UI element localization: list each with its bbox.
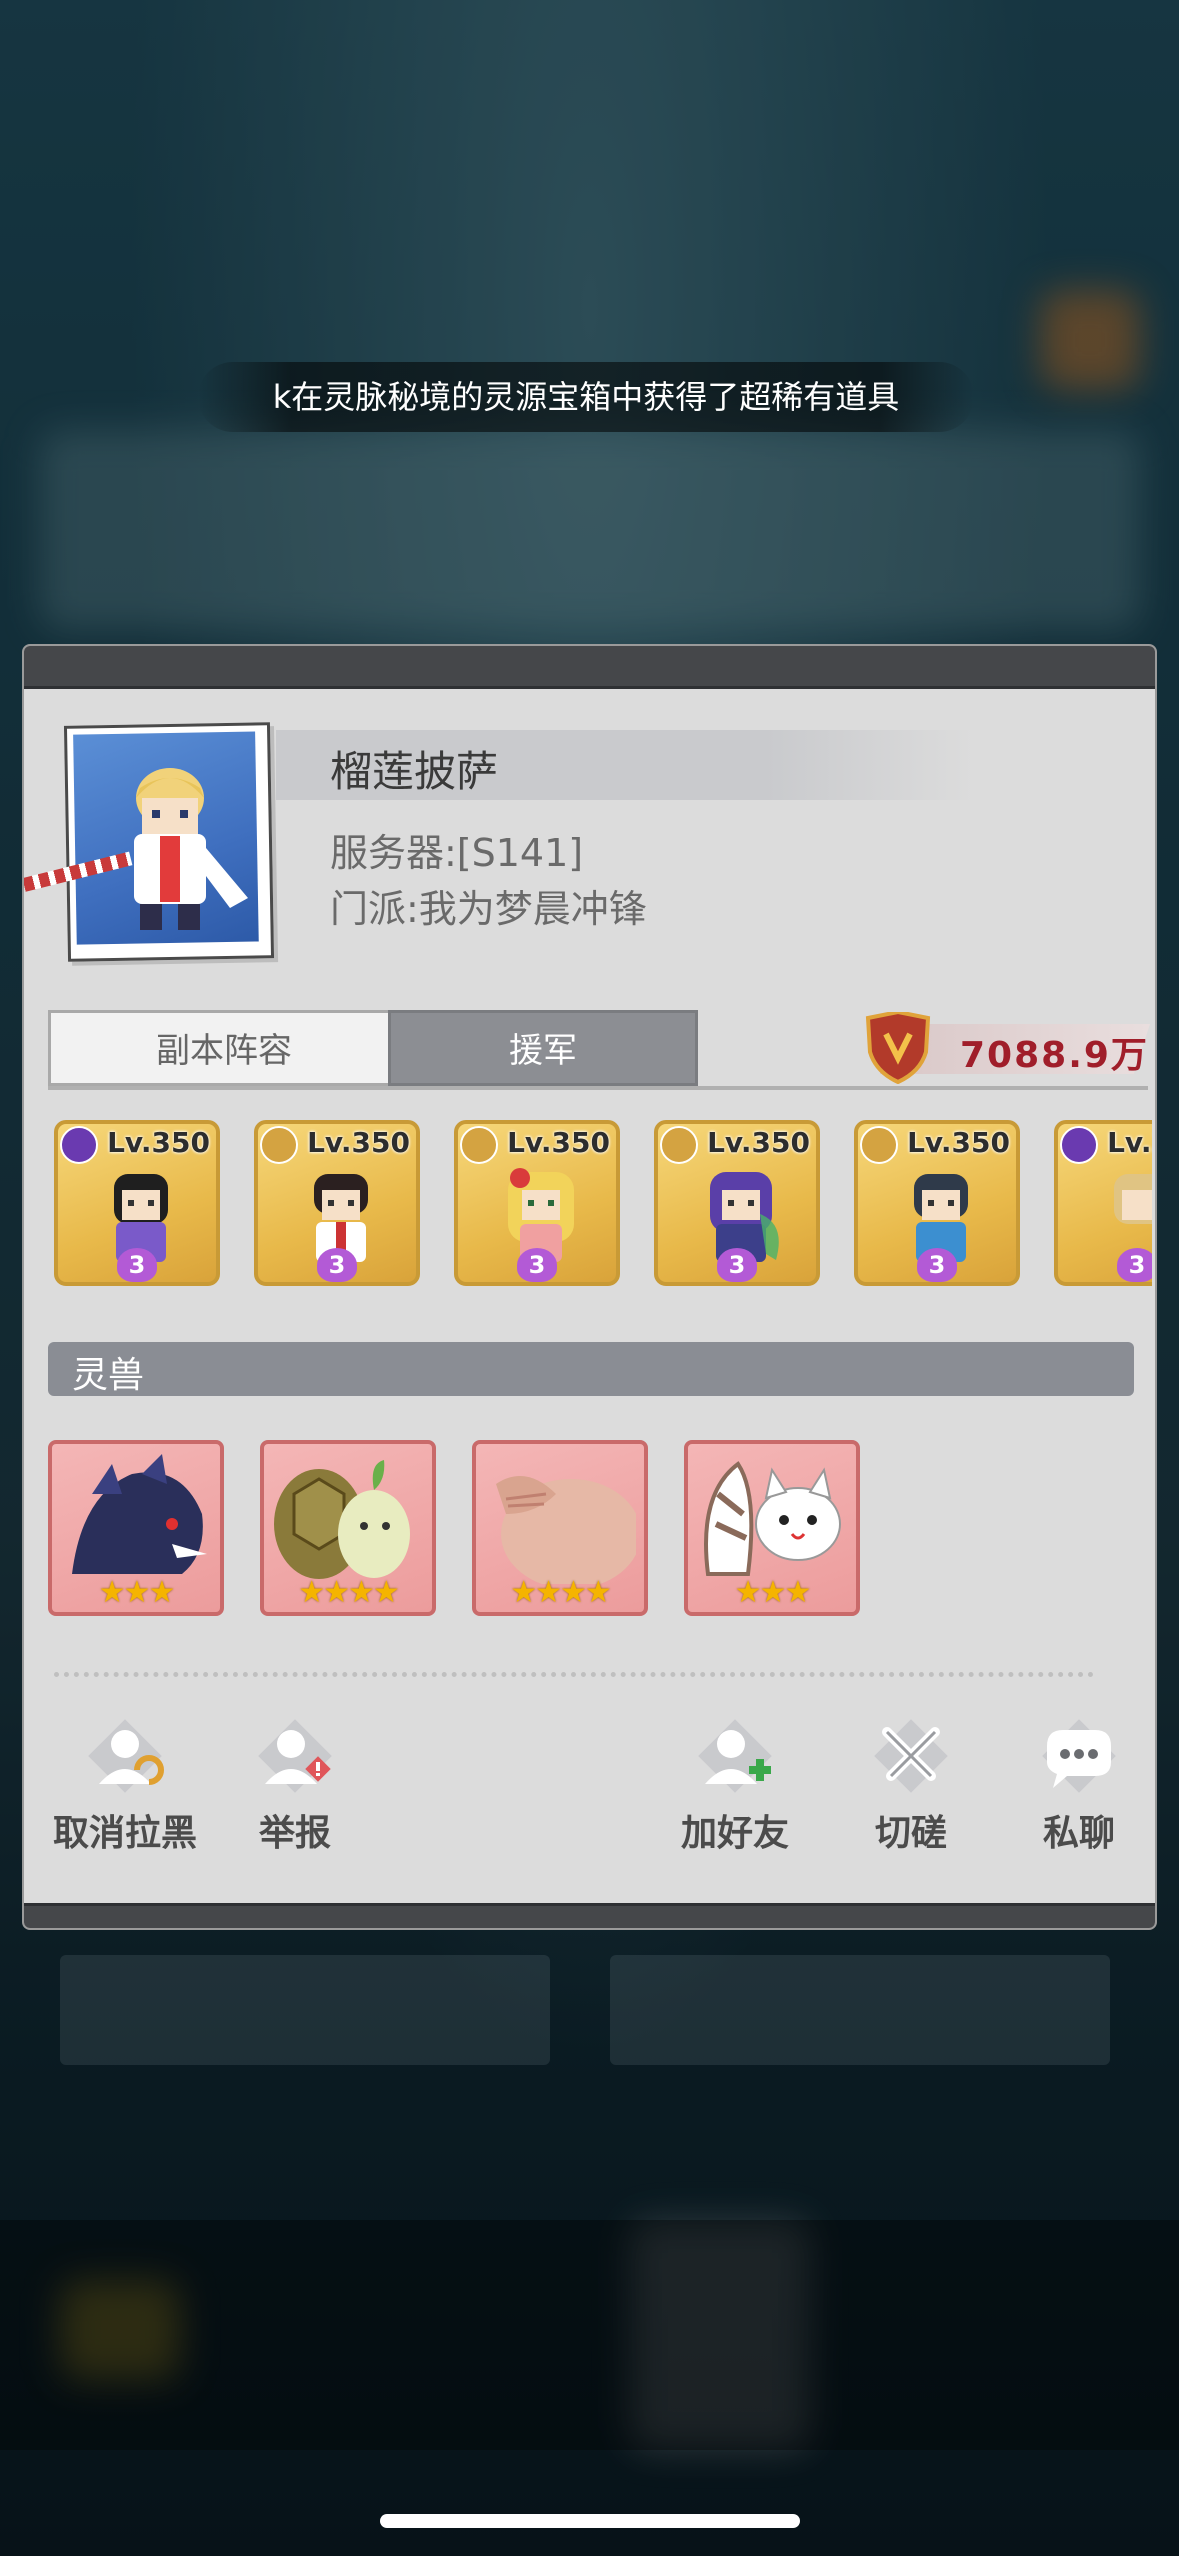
dialog-bottom-bar [24, 1903, 1155, 1928]
turtle-pet-icon [274, 1460, 410, 1579]
player-sect: 门派:我为梦晨冲锋 [330, 887, 647, 931]
hero-lineup: Lv.350 3 Lv.350 3 Lv.350 3 Lv.350 3 Lv.3… [54, 1120, 1152, 1296]
pet-card[interactable]: ★★★★ [260, 1440, 436, 1616]
faction-badge-icon [1060, 1126, 1098, 1164]
faction-badge-icon [60, 1126, 98, 1164]
hero-card[interactable]: Lv.350 3 [1054, 1120, 1152, 1286]
private-chat-button[interactable]: 私聊 [1004, 1716, 1154, 1866]
add-friend-icon [698, 1719, 772, 1793]
hero-star-rank: 3 [317, 1248, 357, 1282]
combat-power-value: 7088.9万 [960, 1035, 1149, 1076]
hero-level: Lv.350 [307, 1126, 410, 1159]
hero-star-rank: 3 [717, 1248, 757, 1282]
unblock-button[interactable]: 取消拉黑 [50, 1716, 200, 1866]
bird-pet-icon [496, 1476, 636, 1584]
report-icon [258, 1719, 332, 1793]
pet-stars: ★★★ [734, 1575, 812, 1610]
faction-badge-icon [460, 1126, 498, 1164]
faction-badge-icon [260, 1126, 298, 1164]
hero-star-rank: 3 [517, 1248, 557, 1282]
background-button-right [610, 1955, 1110, 2065]
tab-reinforcements[interactable]: 援军 [388, 1010, 698, 1086]
duel-button[interactable]: 切磋 [836, 1716, 986, 1866]
player-avatar [134, 768, 248, 930]
hero-level: Lv.350 [107, 1126, 210, 1159]
tab-underline [48, 1086, 1148, 1090]
background-button-left [60, 1955, 550, 2065]
hero-card[interactable]: Lv.350 3 [54, 1120, 220, 1286]
shield-icon [865, 1012, 931, 1084]
pet-stars: ★★★★ [510, 1575, 612, 1610]
divider [54, 1672, 1094, 1677]
tab-dungeon-lineup[interactable]: 副本阵容 [48, 1010, 400, 1086]
report-label: 举报 [258, 1813, 331, 1854]
pets-section-title: 灵兽 [72, 1355, 145, 1396]
pet-stars: ★★★ [98, 1575, 176, 1610]
hero-level: Lv.350 [1107, 1126, 1152, 1159]
hero-card[interactable]: Lv.350 3 [654, 1120, 820, 1286]
combat-power: 7088.9万 [840, 1012, 1150, 1084]
pet-card[interactable]: ★★★ [48, 1440, 224, 1616]
pet-card[interactable]: ★★★★ [472, 1440, 648, 1616]
private-chat-label: 私聊 [1042, 1813, 1115, 1854]
dragon-pet-icon [72, 1454, 207, 1574]
hero-card[interactable]: Lv.350 3 [454, 1120, 620, 1286]
home-indicator[interactable] [380, 2514, 800, 2528]
dialog-top-bar [24, 646, 1155, 689]
system-marquee: k在灵脉秘境的灵源宝箱中获得了超稀有道具 [198, 362, 974, 432]
hero-card[interactable]: Lv.350 3 [854, 1120, 1020, 1286]
hero-card[interactable]: Lv.350 3 [254, 1120, 420, 1286]
faction-badge-icon [860, 1126, 898, 1164]
report-button[interactable]: 举报 [220, 1716, 370, 1866]
player-server: 服务器:[S141] [330, 831, 584, 875]
duel-icon [874, 1719, 948, 1793]
hero-star-rank: 3 [1117, 1248, 1152, 1282]
hero-level: Lv.350 [507, 1126, 610, 1159]
hero-level: Lv.350 [907, 1126, 1010, 1159]
hero-star-rank: 3 [917, 1248, 957, 1282]
background-tab-bar [0, 2220, 1179, 2450]
pets-section-header [48, 1342, 1134, 1396]
pet-card[interactable]: ★★★ [684, 1440, 860, 1616]
pet-stars: ★★★★ [298, 1575, 400, 1610]
faction-badge-icon [660, 1126, 698, 1164]
hero-star-rank: 3 [117, 1248, 157, 1282]
player-name: 榴莲披萨 [330, 747, 499, 796]
hero-level: Lv.350 [707, 1126, 810, 1159]
chat-icon [1042, 1719, 1116, 1793]
squirrel-pet-icon [704, 1461, 841, 1576]
player-info-dialog: 榴莲披萨 服务器:[S141] 门派:我为梦晨冲锋 副本阵容 援军 7088.9… [24, 646, 1155, 1928]
unblock-icon [88, 1719, 164, 1793]
add-friend-button[interactable]: 加好友 [660, 1716, 810, 1866]
